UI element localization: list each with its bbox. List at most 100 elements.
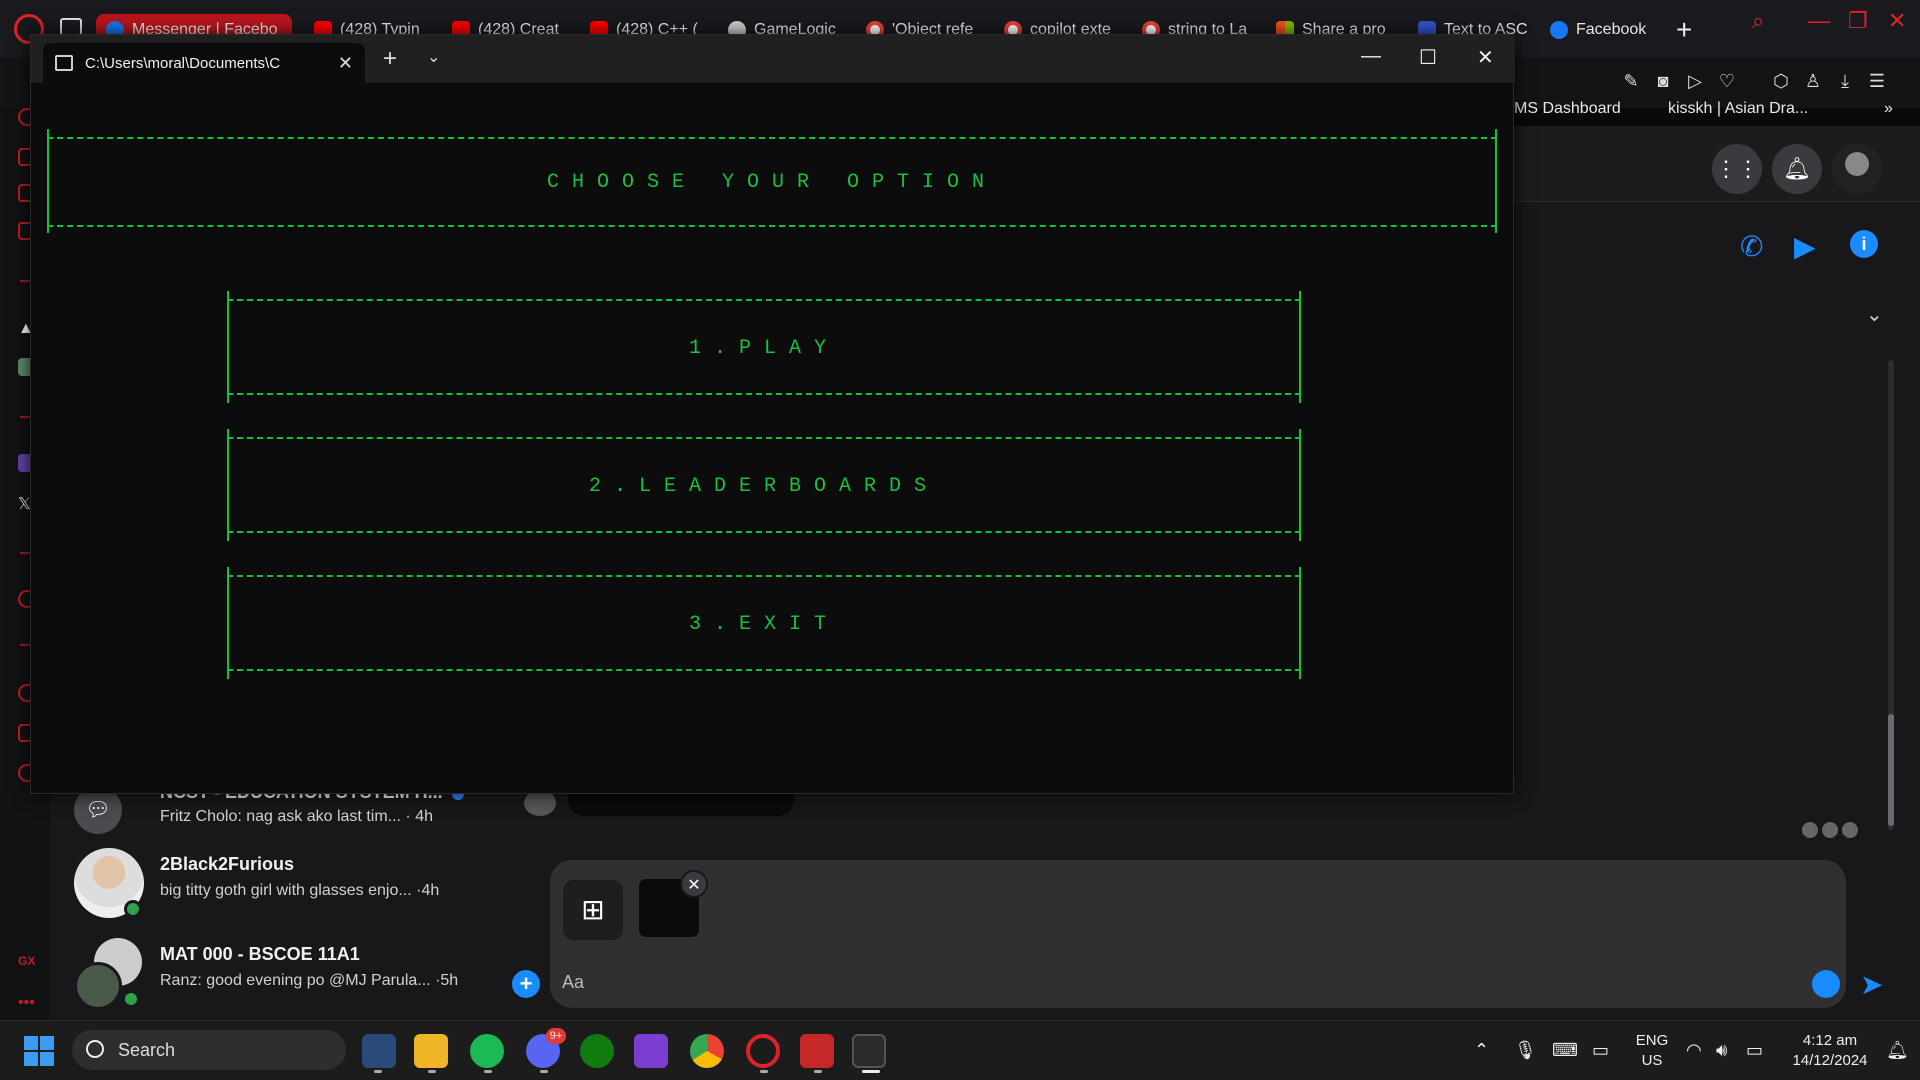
opera-gx-icon[interactable]	[746, 1034, 780, 1068]
discord-badge: 9+	[546, 1028, 566, 1044]
app-icon[interactable]	[634, 1034, 668, 1068]
menu-icon[interactable]: ☰	[1866, 70, 1888, 92]
edit-icon[interactable]: ✎	[1620, 70, 1642, 92]
sidebar-more-icon[interactable]: •••	[18, 994, 36, 1012]
online-indicator	[122, 990, 140, 1008]
bookmarks-more-icon[interactable]: »	[1884, 100, 1893, 118]
chrome-icon[interactable]	[690, 1034, 724, 1068]
add-attachment-icon[interactable]: ⊞	[563, 880, 623, 940]
new-terminal-tab-icon[interactable]: +	[383, 45, 397, 73]
notification-bell-icon[interactable]: 🔔︎	[1886, 1040, 1909, 1061]
chat-list-item[interactable]: 2Black2Furious big titty goth girl with …	[74, 848, 494, 924]
active-indicator	[862, 1070, 880, 1073]
terminal-minimize-icon[interactable]: —	[1361, 45, 1381, 68]
microphone-icon[interactable]: 🎙︎	[1514, 1040, 1537, 1061]
option-frame-exit[interactable]: 3.EXIT	[227, 567, 1301, 679]
chat-snippet: Ranz: good evening po @MJ Parula...	[160, 972, 431, 989]
xbox-icon[interactable]	[580, 1034, 614, 1068]
chat-time: 4h	[421, 882, 440, 899]
spotify-icon[interactable]	[470, 1034, 504, 1068]
notifications-bell-icon[interactable]: 🔔︎	[1772, 144, 1822, 194]
chat-snippet: Fritz Cholo: nag ask ako last tim...	[160, 808, 401, 825]
wifi-icon[interactable]: ◠	[1686, 1040, 1702, 1061]
browser-tab-facebook[interactable]: Facebook	[1540, 14, 1670, 46]
file-explorer-icon[interactable]	[414, 1034, 448, 1068]
conversation-info-icon[interactable]: i	[1850, 230, 1878, 258]
apps-grid-icon[interactable]: ⋮⋮	[1712, 144, 1762, 194]
heart-icon[interactable]: ♡	[1716, 70, 1738, 92]
running-indicator	[814, 1070, 822, 1073]
volume-icon[interactable]: 🔊︎	[1716, 1040, 1727, 1061]
chat-list-item[interactable]: MAT 000 - BSCOE 11A1 Ranz: good evening …	[74, 938, 494, 1014]
option-frame-play[interactable]: 1.PLAY	[227, 291, 1301, 403]
emoji-icon[interactable]	[1812, 970, 1840, 998]
download-icon[interactable]: ⤓	[1834, 70, 1856, 92]
terminal-tab-title: C:\Users\moral\Documents\C	[85, 54, 281, 72]
more-actions-plus-icon[interactable]: +	[512, 970, 540, 998]
phone-call-icon[interactable]: ✆	[1740, 230, 1763, 263]
bookmark-ms-dashboard[interactable]: MS Dashboard	[1514, 100, 1621, 118]
region-indicator[interactable]: US	[1632, 1052, 1672, 1069]
frame-border	[227, 437, 1301, 439]
heading-frame: CHOOSE YOUR OPTION	[47, 129, 1497, 233]
chat-scrollbar-thumb[interactable]	[1888, 714, 1894, 826]
sidebar-divider	[20, 416, 30, 418]
new-tab-plus-icon[interactable]: +	[1676, 14, 1692, 46]
facebook-icon	[1550, 21, 1568, 39]
frame-border	[47, 225, 1497, 227]
option-leaderboards[interactable]: 2.LEADERBOARDS	[227, 475, 1301, 498]
frame-border	[227, 575, 1301, 577]
chat-name: 2Black2Furious	[160, 854, 295, 874]
option-exit[interactable]: 3.EXIT	[227, 613, 1301, 636]
running-indicator	[760, 1070, 768, 1073]
terminal-maximize-icon[interactable]: ☐	[1419, 45, 1437, 70]
chat-preview: big titty goth girl with glasses enjo...…	[160, 882, 440, 899]
language-indicator[interactable]: ENG	[1632, 1032, 1672, 1049]
option-play[interactable]: 1.PLAY	[227, 337, 1301, 360]
browser-minimize-icon[interactable]: —	[1808, 8, 1830, 34]
send-icon[interactable]: ➤	[1860, 968, 1883, 1001]
taskbar-search-input[interactable]: Search	[72, 1030, 346, 1070]
terminal-console[interactable]: CHOOSE YOUR OPTION 1.PLAY 2.LEADERBOARDS	[31, 83, 1515, 795]
chevron-down-icon[interactable]: ⌄	[427, 47, 440, 67]
camera-icon[interactable]: ◙	[1652, 70, 1674, 92]
windows-start-icon[interactable]	[24, 1036, 54, 1066]
chat-time: 4h	[415, 808, 433, 825]
account-icon[interactable]: ♙	[1802, 70, 1824, 92]
search-icon	[86, 1040, 104, 1058]
seen-avatar	[1822, 822, 1838, 838]
terminal-window[interactable]: C:\Users\moral\Documents\C ✕ + ⌄ — ☐ ✕ C…	[30, 34, 1515, 795]
terminal-close-icon[interactable]: ✕	[1477, 45, 1494, 70]
chevron-down-icon[interactable]: ⌄	[1866, 302, 1883, 327]
sidebar-gx-icon[interactable]: GX	[18, 954, 36, 972]
message-input[interactable]: Aa	[562, 972, 584, 993]
profile-avatar[interactable]	[1832, 144, 1882, 194]
remove-attachment-icon[interactable]: ✕	[680, 870, 708, 898]
chat-name: MAT 000 - BSCOE 11A1	[160, 944, 360, 964]
tray-overflow-chevron-icon[interactable]: ⌃	[1474, 1040, 1489, 1061]
bookmark-kisskh[interactable]: kisskh | Asian Dra...	[1668, 100, 1808, 118]
dev-cpp-icon[interactable]	[800, 1034, 834, 1068]
terminal-tab[interactable]: C:\Users\moral\Documents\C ✕	[43, 43, 365, 83]
chat-preview: Ranz: good evening po @MJ Parula... ·5h	[160, 972, 459, 989]
menu-heading: CHOOSE YOUR OPTION	[546, 171, 998, 194]
video-call-icon[interactable]: ▶	[1794, 230, 1816, 263]
clock-date[interactable]: 14/12/2024	[1780, 1052, 1880, 1069]
message-composer	[550, 860, 1846, 1008]
sidebar-divider	[20, 552, 30, 554]
cube-icon[interactable]: ⬡	[1770, 70, 1792, 92]
terminal-title-bar[interactable]: C:\Users\moral\Documents\C ✕ + ⌄ — ☐ ✕	[31, 35, 1515, 83]
snipping-tool-icon[interactable]	[362, 1034, 396, 1068]
option-frame-leaderboards[interactable]: 2.LEADERBOARDS	[227, 429, 1301, 541]
clock-time[interactable]: 4:12 am	[1780, 1032, 1880, 1049]
browser-search-icon[interactable]: ⌕	[1752, 8, 1764, 34]
battery-icon[interactable]: ▭	[1746, 1040, 1763, 1061]
keyboard-icon[interactable]: ⌨	[1552, 1040, 1578, 1061]
sidebar-divider	[20, 280, 30, 282]
close-tab-icon[interactable]: ✕	[338, 53, 353, 74]
terminal-icon[interactable]	[852, 1034, 886, 1068]
play-icon[interactable]: ▷	[1684, 70, 1706, 92]
browser-restore-icon[interactable]: ❐	[1848, 8, 1868, 34]
browser-close-icon[interactable]: ✕	[1888, 8, 1906, 34]
display-icon[interactable]: ▭	[1592, 1040, 1609, 1061]
